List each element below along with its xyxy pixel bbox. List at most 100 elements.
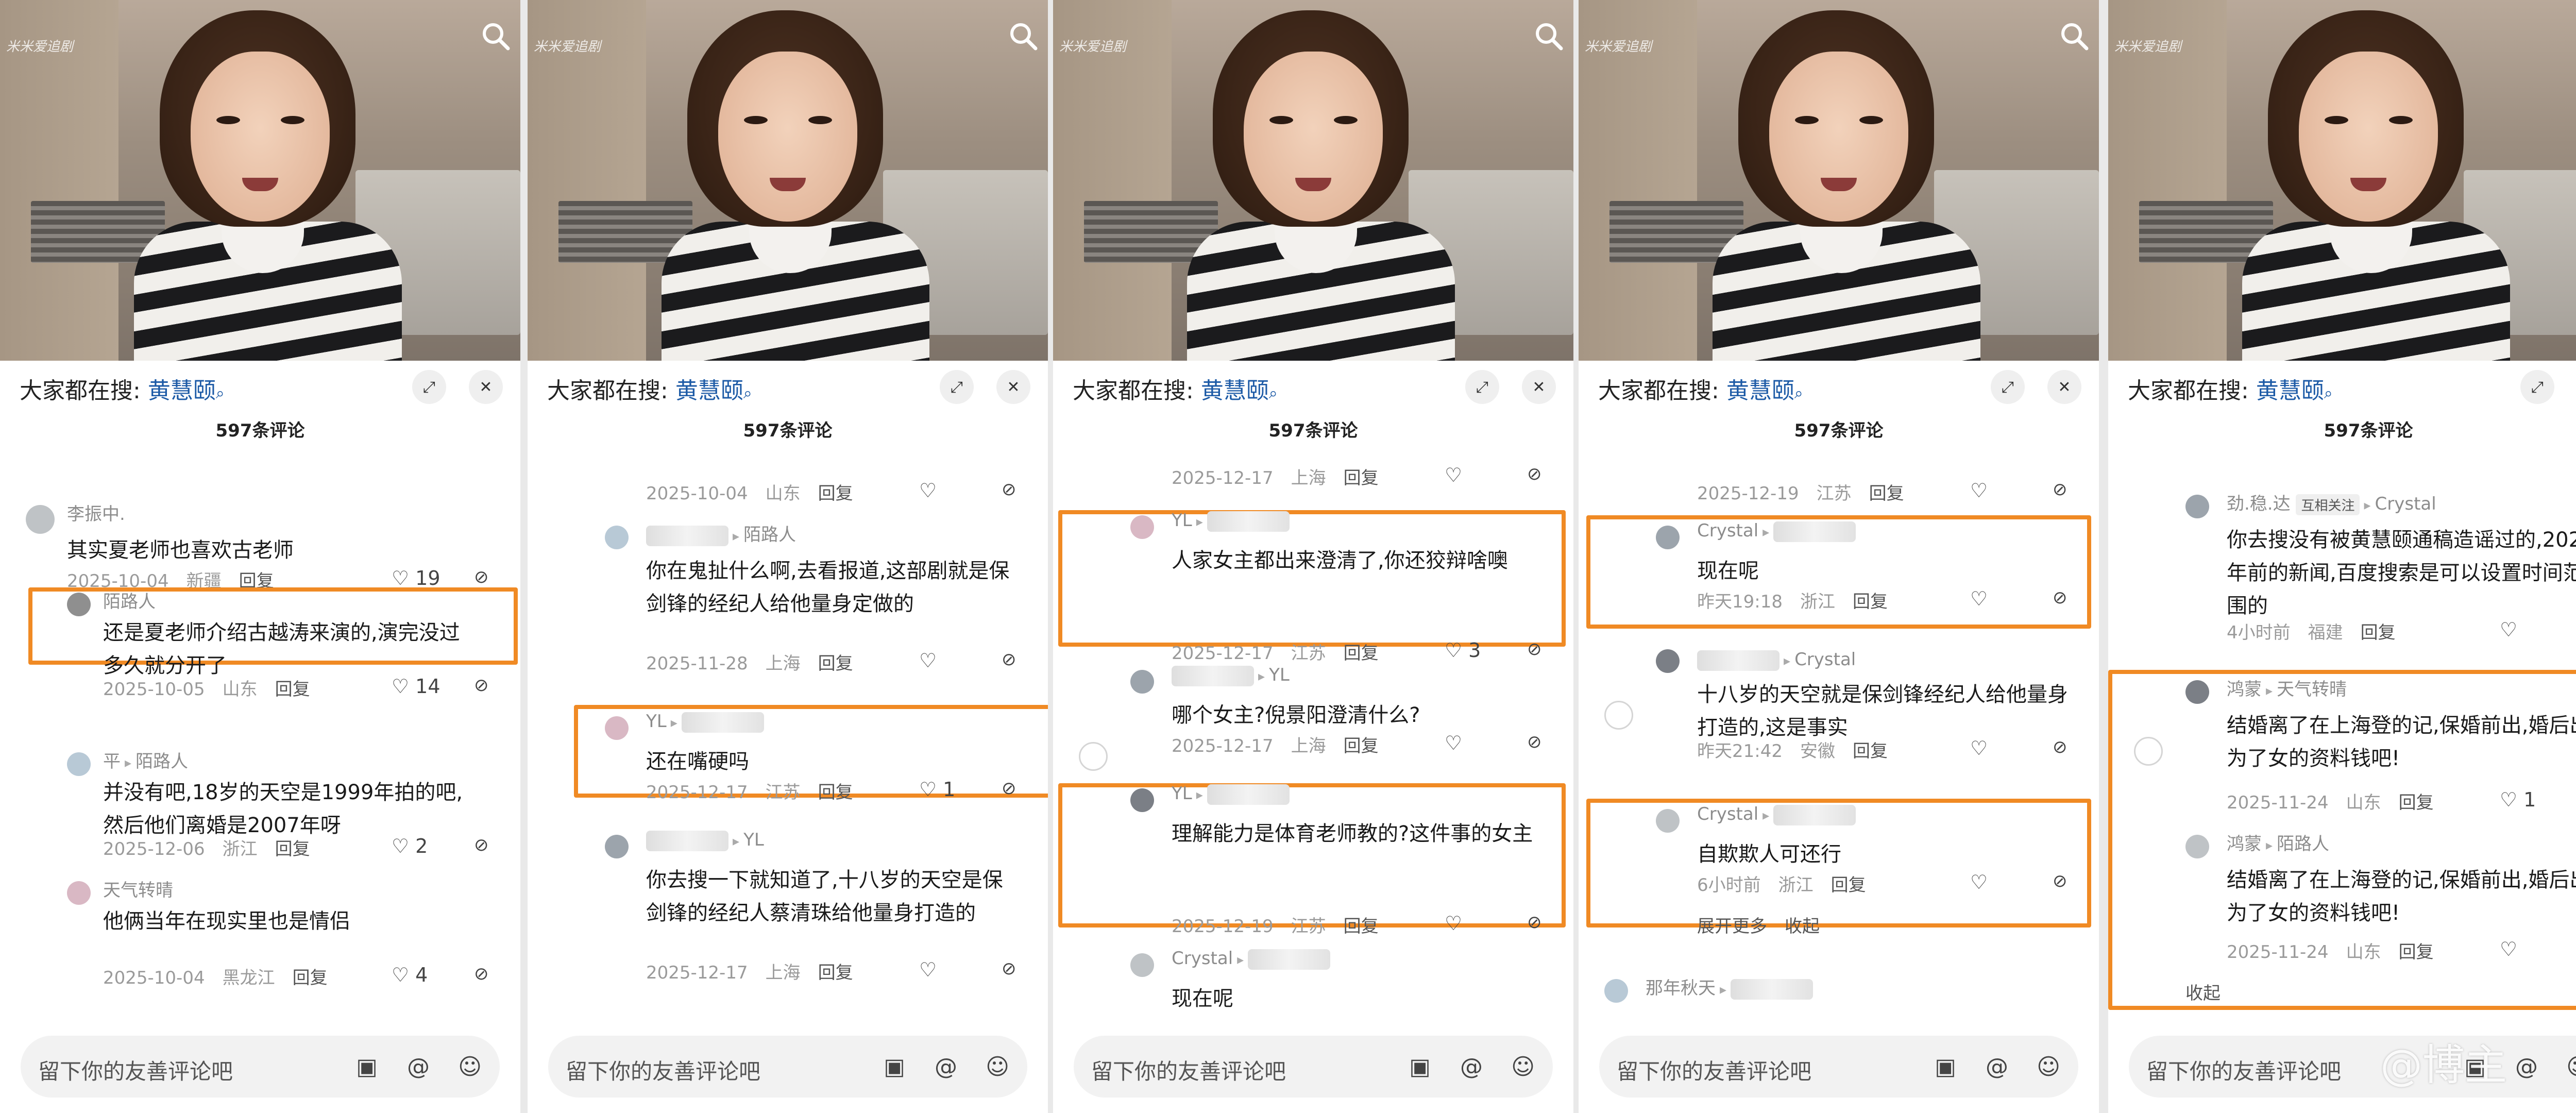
reply-to-username[interactable]: YL: [1269, 665, 1290, 685]
avatar[interactable]: [1656, 526, 1680, 549]
at-mention-icon[interactable]: @: [402, 1050, 435, 1083]
username[interactable]: 平: [103, 751, 121, 772]
dislike-icon[interactable]: ⊘: [2053, 871, 2067, 891]
reply-button[interactable]: 回复: [1344, 468, 1379, 488]
reply-button[interactable]: 回复: [1344, 916, 1379, 937]
like-button[interactable]: ♡: [2500, 618, 2517, 641]
comment-username-row[interactable]: Crystal ▸: [1697, 804, 1856, 825]
username[interactable]: 那年秋天: [1646, 978, 1716, 999]
reply-button[interactable]: 回复: [275, 679, 310, 700]
dislike-icon[interactable]: ⊘: [474, 567, 489, 587]
like-button[interactable]: ♡: [1445, 912, 1462, 935]
avatar[interactable]: [1130, 670, 1154, 694]
avatar[interactable]: [1604, 979, 1628, 1003]
dislike-icon[interactable]: ⊘: [1002, 778, 1016, 799]
dislike-icon[interactable]: ⊘: [474, 964, 489, 984]
avatar[interactable]: [605, 526, 629, 549]
comment-list[interactable]: 劲.稳.达 互相关注 ▸ Crystal 你去搜没有被黄慧颐通稿造谣过的,2025年前…: [2108, 361, 2576, 1010]
collapse-link[interactable]: 收起: [1785, 916, 1820, 937]
comment-input[interactable]: 留下你的友善评论吧: [1617, 1054, 1811, 1086]
like-button[interactable]: ♡ 1: [919, 778, 955, 801]
comment-input[interactable]: 留下你的友善评论吧: [566, 1054, 760, 1086]
search-icon[interactable]: [1533, 21, 1564, 52]
like-button[interactable]: ♡ 3: [1445, 639, 1481, 662]
comment-input[interactable]: 留下你的友善评论吧: [38, 1054, 233, 1086]
video-player[interactable]: 米米爱追剧: [2108, 0, 2576, 361]
emoji-icon[interactable]: ☺: [453, 1050, 486, 1083]
like-button[interactable]: ♡ 14: [392, 675, 440, 698]
image-icon[interactable]: ▣: [350, 1050, 383, 1083]
comment-list[interactable]: 2025-12-17 上海 回复 ♡ ⊘ YL ▸ 人家女主都出来澄清了,你还狡辩啥噢 2025…: [1053, 361, 1573, 1010]
search-icon[interactable]: [480, 21, 511, 52]
dislike-icon[interactable]: ⊘: [474, 675, 489, 696]
like-button[interactable]: ♡: [919, 649, 937, 672]
username[interactable]: 李振中.: [67, 504, 125, 525]
comment-username-row[interactable]: Crystal ▸: [1172, 948, 1331, 970]
comment-username-row[interactable]: YL ▸: [646, 711, 764, 733]
comment-input-bar[interactable]: 留下你的友善评论吧 ▣ @ ☺: [1599, 1036, 2078, 1098]
comment-list[interactable]: 2025-10-04 山东 回复 ♡ ⊘ ▸ 陌路人 你在鬼扯什么啊,去看报道,这部剧就是保剑…: [528, 361, 1048, 1010]
reply-button[interactable]: 回复: [1853, 741, 1888, 762]
like-button[interactable]: ♡: [919, 958, 937, 981]
comment-username-row[interactable]: Crystal ▸: [1697, 520, 1856, 542]
avatar[interactable]: [2185, 495, 2209, 518]
username[interactable]: Crystal: [1697, 804, 1758, 824]
comment-username-row[interactable]: ▸ Crystal: [1697, 649, 1856, 671]
dislike-icon[interactable]: ⊘: [2053, 737, 2067, 757]
comment-username-row[interactable]: 天气转晴: [103, 876, 173, 901]
like-button[interactable]: ♡: [1970, 479, 1988, 502]
reply-button[interactable]: 回复: [1853, 592, 1888, 612]
reply-button[interactable]: 回复: [275, 839, 310, 859]
comment-input-bar[interactable]: 留下你的友善评论吧 ▣ @ ☺: [21, 1036, 500, 1098]
avatar[interactable]: [1656, 649, 1680, 673]
avatar[interactable]: [67, 881, 91, 905]
dislike-icon[interactable]: ⊘: [2053, 587, 2067, 608]
dislike-icon[interactable]: ⊘: [474, 835, 489, 855]
image-icon[interactable]: ▣: [1929, 1050, 1962, 1083]
select-radio[interactable]: [1079, 742, 1108, 771]
avatar[interactable]: [26, 505, 55, 534]
avatar[interactable]: [1130, 953, 1154, 977]
comment-username-row[interactable]: ▸ YL: [646, 830, 764, 851]
like-button[interactable]: ♡: [1970, 871, 1988, 893]
comment-username-row[interactable]: YL ▸: [1172, 783, 1290, 805]
avatar[interactable]: [1130, 515, 1154, 539]
image-icon[interactable]: ▣: [878, 1050, 911, 1083]
comment-input-bar[interactable]: 留下你的友善评论吧▣@☺: [1074, 1036, 1553, 1098]
reply-button[interactable]: 回复: [2361, 622, 2396, 643]
dislike-icon[interactable]: ⊘: [1002, 649, 1016, 670]
dislike-icon[interactable]: ⊘: [1527, 732, 1542, 752]
reply-button[interactable]: 回复: [1869, 483, 1904, 504]
reply-button[interactable]: 回复: [818, 653, 853, 674]
at-mention-icon[interactable]: @: [929, 1050, 962, 1083]
expand-more-link[interactable]: 展开更多: [1697, 916, 1767, 937]
select-radio[interactable]: [1604, 701, 1633, 730]
emoji-icon[interactable]: ☺: [981, 1050, 1014, 1083]
username[interactable]: YL: [1172, 510, 1192, 531]
reply-button[interactable]: 回复: [1831, 875, 1866, 896]
like-button[interactable]: ♡: [1970, 587, 1988, 610]
at-mention-icon[interactable]: @: [1980, 1050, 2013, 1083]
like-button[interactable]: ♡: [1970, 737, 1988, 760]
comment-username-row[interactable]: YL ▸: [1172, 510, 1290, 532]
dislike-icon[interactable]: ⊘: [1527, 639, 1542, 660]
comment-username-row[interactable]: 平 ▸ 陌路人: [103, 747, 188, 772]
reply-button[interactable]: 回复: [1344, 736, 1379, 756]
emoji-icon[interactable]: ☺: [2032, 1050, 2065, 1083]
at-mention-icon[interactable]: @: [2510, 1050, 2543, 1083]
avatar[interactable]: [67, 752, 91, 776]
reply-button[interactable]: 回复: [293, 968, 328, 988]
avatar[interactable]: [67, 593, 91, 616]
like-button[interactable]: ♡ 2: [392, 835, 428, 857]
dislike-icon[interactable]: ⊘: [2053, 479, 2067, 500]
avatar[interactable]: [605, 716, 629, 740]
avatar[interactable]: [605, 835, 629, 858]
comment-username-row[interactable]: 李振中.: [67, 500, 125, 525]
comment-username-row[interactable]: 那年秋天 ▸: [1646, 974, 1814, 1000]
reply-button[interactable]: 回复: [818, 963, 853, 983]
comment-list[interactable]: 2025-12-19 江苏 回复 ♡ ⊘ Crystal ▸ 现在呢 昨天19:18 浙江 回复 ♡ ⊘…: [1579, 361, 2099, 1010]
dislike-icon[interactable]: ⊘: [1002, 479, 1016, 500]
comment-input-bar[interactable]: 留下你的友善评论吧▣@☺: [2129, 1036, 2576, 1098]
reply-button[interactable]: 回复: [818, 483, 853, 504]
emoji-icon[interactable]: ☺: [2562, 1050, 2576, 1083]
